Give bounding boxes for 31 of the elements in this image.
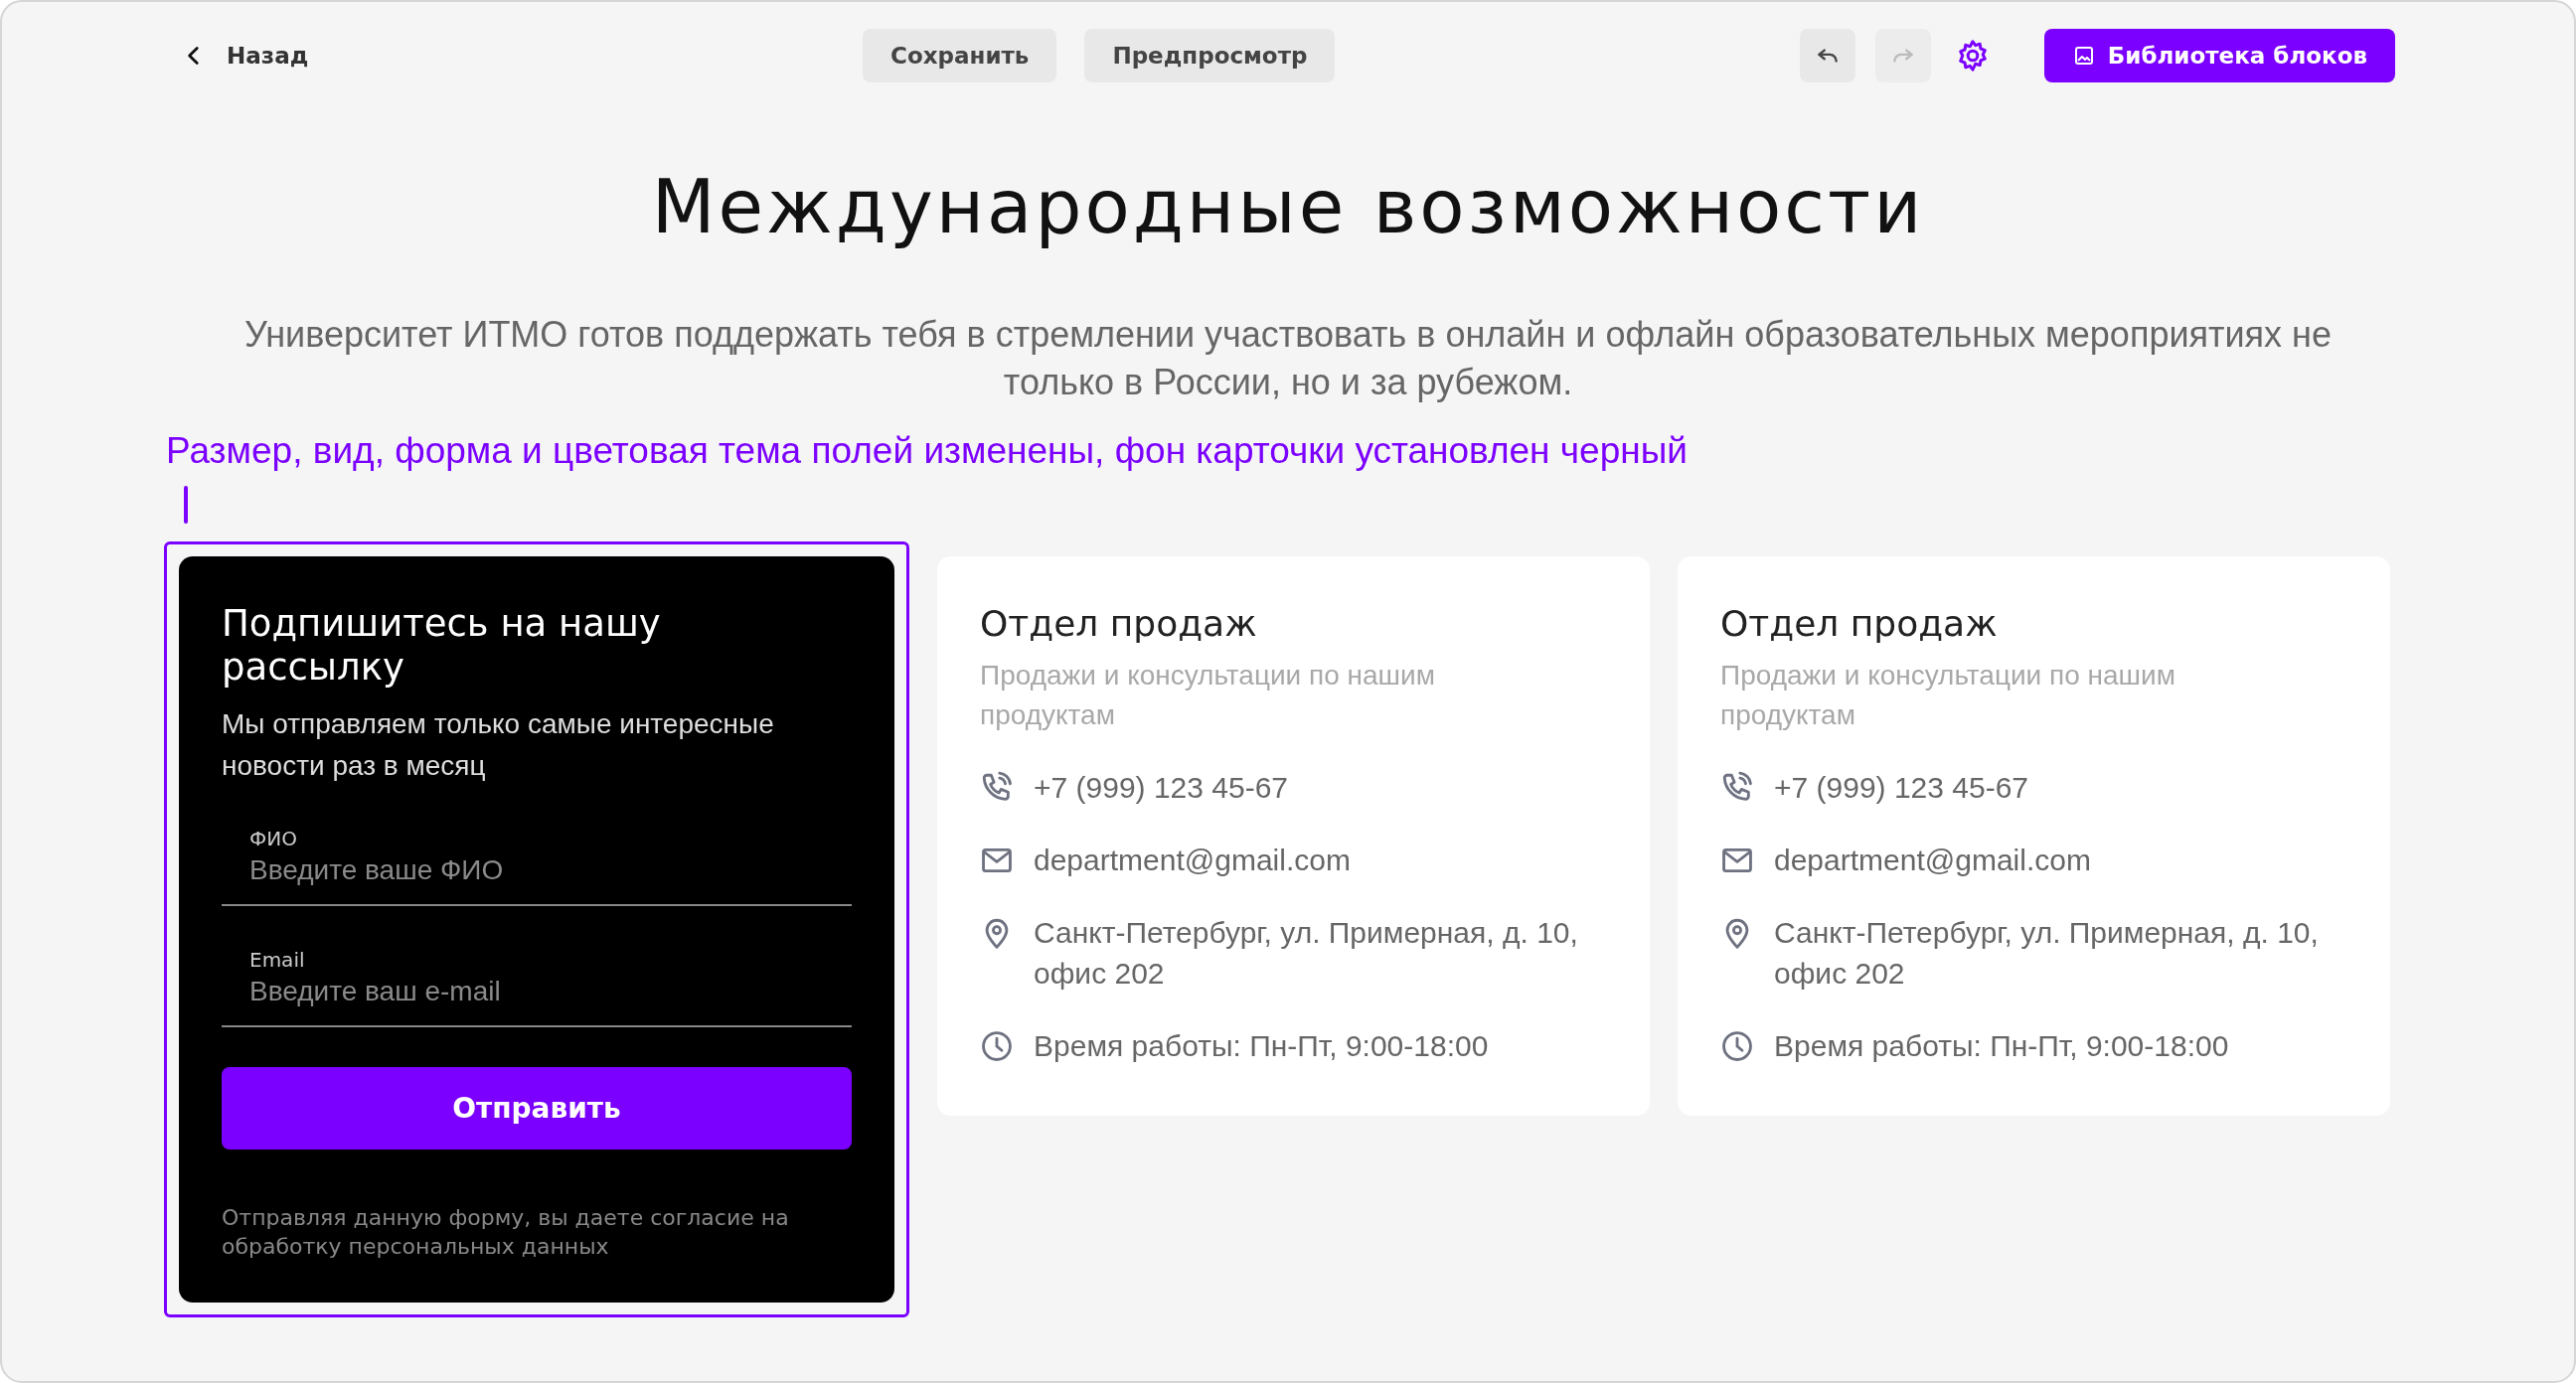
- annotation-text: Размер, вид, форма и цветовая тема полей изменены, фон карточки установлен черный: [166, 430, 1688, 472]
- clock-icon: [1720, 1029, 1754, 1063]
- clock-icon: [980, 1029, 1014, 1063]
- contact-address-text: Санкт-Петербург, ул. Примерная, д. 10, офис 202: [1034, 915, 1579, 992]
- toolbar-button[interactable]: Сохранить: [863, 29, 1057, 82]
- page-heading: Международные возможности: [650, 164, 1926, 249]
- page-description: Университет ИТМО готов поддержать тебя в стремлении участвовать в онлайн и офлайн образовательных мероприятиях не только в России, но и за рубежом.: [243, 313, 2333, 404]
- input-field[interactable]: Введите ваш e-mail: [249, 976, 852, 1007]
- input-field[interactable]: Введите ваше ФИО: [249, 854, 852, 886]
- card-title: Отдел продаж: [1720, 602, 1999, 646]
- contact-email-text: department@gmail.com: [1034, 843, 1351, 878]
- contact-address-text: Санкт-Петербург, ул. Примерная, д. 10, офис 202: [1774, 915, 2320, 992]
- back-link[interactable]: Назад: [181, 43, 309, 69]
- contact-hours-text: Время работы: Пн-Пт, 9:00-18:00: [1774, 1028, 2229, 1064]
- contact-hours-text: Время работы: Пн-Пт, 9:00-18:00: [1034, 1028, 1489, 1064]
- contact-phone-text: +7 (999) 123 45-67: [1034, 770, 1289, 806]
- card-title: Отдел продаж: [980, 602, 1258, 646]
- card-subtitle: Продажи и консультации по нашим продуктам: [980, 659, 1436, 732]
- contact-phone-text: +7 (999) 123 45-67: [1774, 770, 2029, 806]
- card-text: Мы отправляем только самые интересные новости раз в месяц: [222, 707, 775, 783]
- undo-button[interactable]: [1799, 29, 1855, 82]
- toolbar-button[interactable]: Предпросмотр: [1084, 29, 1336, 82]
- contact-email-text: department@gmail.com: [1774, 843, 2091, 878]
- field-label: Email: [249, 948, 305, 972]
- submit-button[interactable]: Отправить: [222, 1067, 852, 1150]
- consent-text: Отправляя данную форму, вы даете согласие на обработку персональных данных: [222, 1204, 790, 1261]
- field-label: ФИО: [249, 827, 297, 850]
- block-library-button[interactable]: Библиотека блоков: [2043, 29, 2395, 82]
- card-subtitle: Продажи и консультации по нашим продуктам: [1720, 659, 2176, 732]
- card-title: Подпишитесь на нашу рассылку: [222, 602, 662, 690]
- text-cursor: [184, 486, 188, 524]
